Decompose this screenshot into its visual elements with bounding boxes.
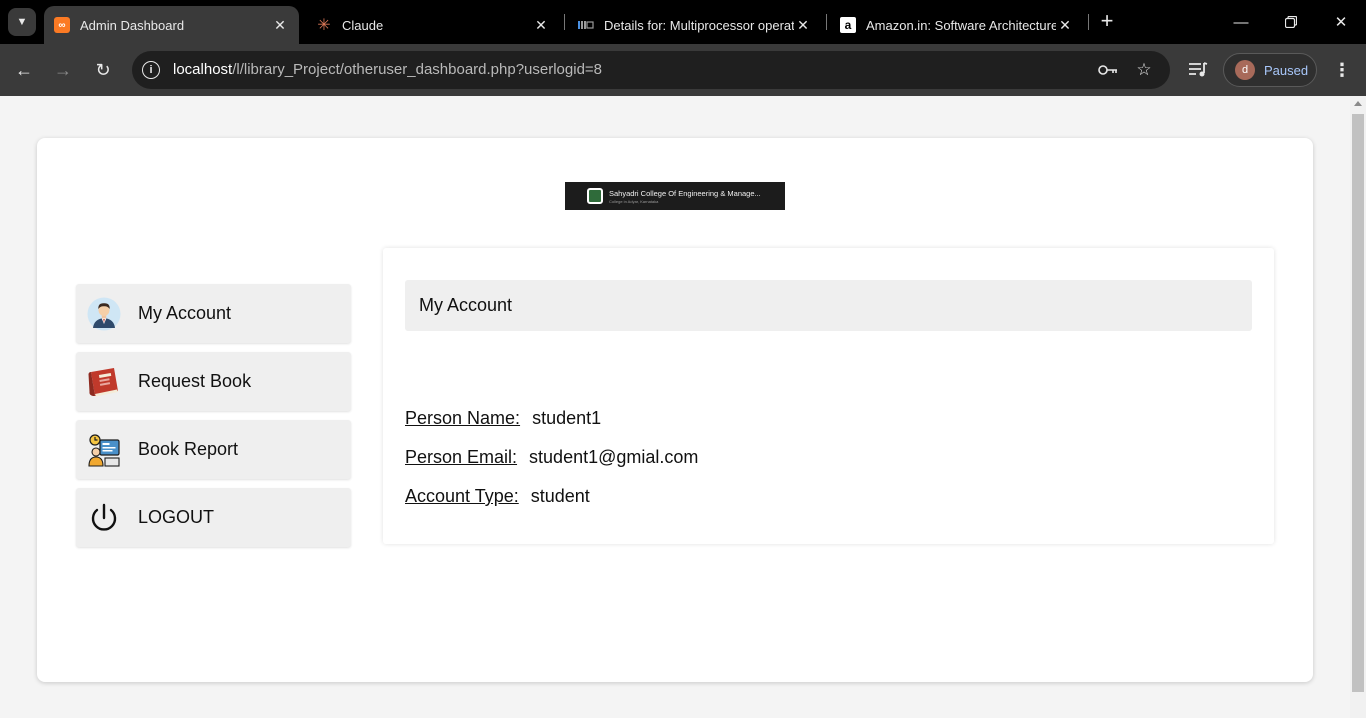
tab-admin-dashboard[interactable]: ∞ Admin Dashboard ✕	[44, 6, 299, 44]
menu-label: LOGOUT	[138, 507, 215, 527]
menu-book-report[interactable]: Book Report	[76, 420, 351, 479]
tab-search-chevron-icon[interactable]: ▼	[8, 8, 36, 36]
panel-title: My Account	[405, 280, 1252, 331]
close-icon[interactable]: ✕	[271, 16, 289, 34]
catalog-icon	[578, 17, 594, 33]
new-tab-plus-icon[interactable]: +	[1096, 10, 1118, 33]
back-arrow-icon[interactable]: ←	[10, 56, 38, 84]
user-avatar-icon	[87, 297, 121, 331]
reload-icon[interactable]: ↻	[89, 56, 117, 84]
book-icon	[87, 365, 121, 399]
tab-catalog-details[interactable]: Details for: Multiprocessor operati ✕	[568, 6, 822, 44]
person-email-label: Person Email:	[405, 447, 518, 467]
profile-avatar: d	[1235, 60, 1255, 80]
person-name-row: Person Name: student1	[405, 408, 601, 429]
site-info-icon[interactable]: i	[142, 61, 160, 79]
account-type-value: student	[530, 486, 590, 506]
tab-title: Amazon.in: Software Architecture:	[866, 17, 1056, 33]
browser-toolbar: ← → ↻ i localhost/l/library_Project/othe…	[0, 44, 1366, 96]
amazon-icon: a	[840, 17, 856, 33]
person-name-label: Person Name:	[405, 408, 521, 428]
menu-label: My Account	[138, 303, 232, 323]
page-scrollbar[interactable]	[1350, 96, 1366, 718]
scroll-up-arrow-icon[interactable]	[1354, 101, 1362, 106]
power-icon	[87, 501, 121, 535]
address-bar[interactable]: i localhost/l/library_Project/otheruser_…	[132, 51, 1170, 89]
tab-separator	[1088, 14, 1089, 30]
profile-button[interactable]: d Paused	[1223, 53, 1317, 87]
url-host: localhost	[173, 61, 233, 78]
close-icon[interactable]: ✕	[532, 16, 550, 34]
tab-amazon[interactable]: a Amazon.in: Software Architecture: ✕	[830, 6, 1084, 44]
college-logo-icon	[587, 188, 603, 204]
person-email-row: Person Email: student1@gmial.com	[405, 447, 698, 468]
account-panel: My Account Person Name: student1 Person E…	[383, 248, 1274, 544]
tab-title: Admin Dashboard	[80, 17, 185, 33]
close-icon[interactable]: ✕	[794, 16, 812, 34]
report-icon	[87, 433, 121, 467]
menu-my-account[interactable]: My Account	[76, 284, 351, 343]
profile-status: Paused	[1264, 62, 1309, 78]
account-type-label: Account Type:	[405, 486, 519, 506]
url-path: /l/library_Project/otheruser_dashboard.p…	[232, 61, 603, 78]
person-email-value: student1@gmial.com	[529, 447, 699, 467]
account-type-row: Account Type: student	[405, 486, 590, 507]
minimize-icon[interactable]: —	[1226, 8, 1256, 36]
tab-separator	[826, 14, 827, 30]
scrollbar-thumb[interactable]	[1352, 114, 1364, 692]
media-controls-icon[interactable]	[1186, 58, 1210, 82]
tab-claude[interactable]: ✳ Claude ✕	[306, 6, 560, 44]
close-icon[interactable]: ✕	[1056, 16, 1074, 34]
bookmark-star-icon[interactable]: ☆	[1133, 59, 1155, 81]
tab-title: Claude	[342, 17, 384, 33]
person-name-value: student1	[532, 408, 602, 428]
claude-icon: ✳	[317, 17, 331, 34]
banner-title: Sahyadri College Of Engineering & Manage…	[609, 188, 761, 198]
page-viewport: Sahyadri College Of Engineering & Manage…	[0, 96, 1350, 718]
restore-icon[interactable]	[1276, 8, 1306, 36]
menu-request-book[interactable]: Request Book	[76, 352, 351, 411]
menu-logout[interactable]: LOGOUT	[76, 488, 351, 547]
tab-title: Details for: Multiprocessor operati	[604, 17, 794, 33]
banner-subtitle: College in Adyar, Karnataka	[609, 198, 659, 204]
college-banner: Sahyadri College Of Engineering & Manage…	[565, 182, 785, 210]
url-text[interactable]: localhost/l/library_Project/otheruser_da…	[173, 61, 602, 78]
password-key-icon[interactable]	[1097, 59, 1119, 81]
xampp-icon: ∞	[54, 17, 70, 33]
menu-label: Book Report	[138, 439, 239, 459]
dashboard-card: Sahyadri College Of Engineering & Manage…	[37, 138, 1313, 682]
window-close-icon[interactable]: ✕	[1326, 8, 1356, 36]
browser-tab-strip: ▼ ∞ Admin Dashboard ✕ ✳ Claude ✕ Details…	[0, 0, 1366, 44]
tab-separator	[564, 14, 565, 30]
more-menu-icon[interactable]: ⋮	[1332, 56, 1352, 84]
menu-label: Request Book	[138, 371, 252, 391]
forward-arrow-icon[interactable]: →	[49, 56, 77, 84]
